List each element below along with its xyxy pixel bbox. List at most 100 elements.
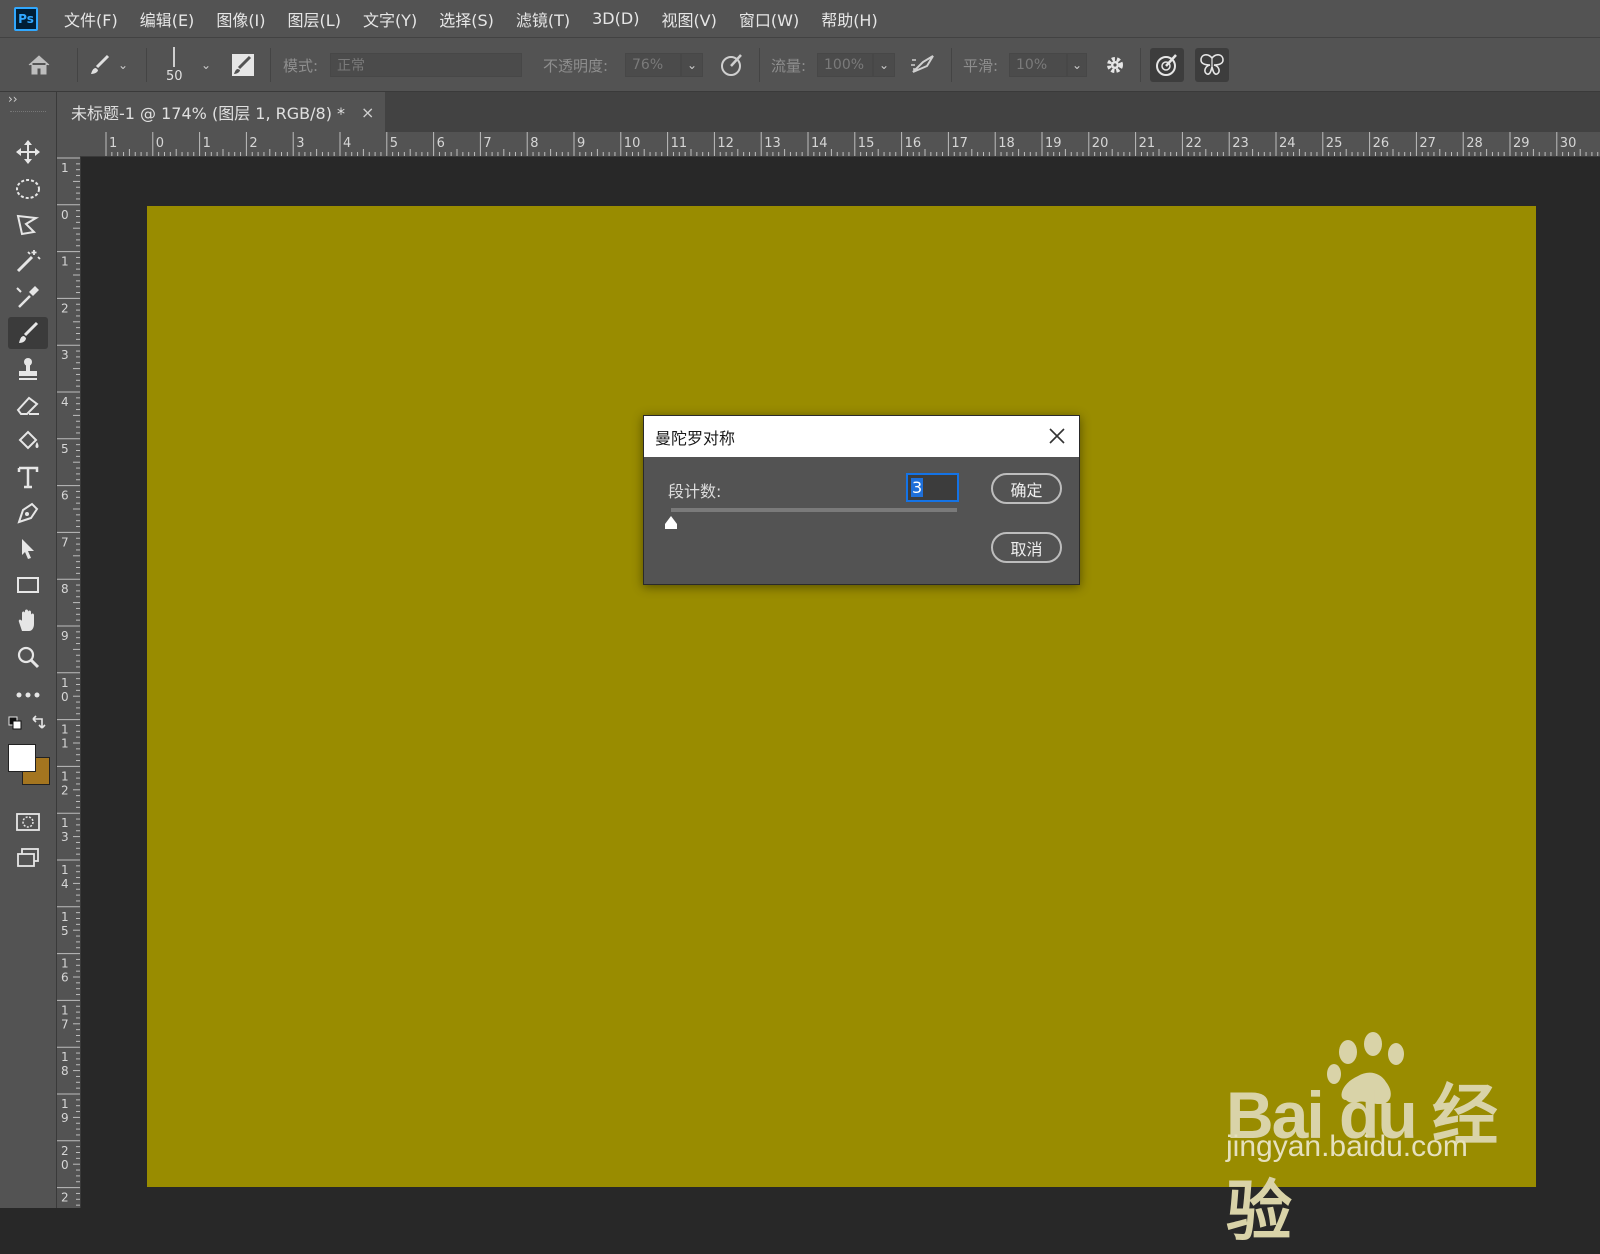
ruler-label: 7 [483, 136, 491, 151]
zoom-tool[interactable] [8, 641, 48, 673]
rectangle-icon [17, 577, 39, 593]
ruler-label: 1 [61, 255, 69, 269]
screen-mode-button[interactable] [8, 842, 48, 874]
home-button[interactable] [26, 38, 52, 92]
magic-wand-icon [16, 250, 41, 273]
menu-select[interactable]: 选择(S) [439, 7, 494, 31]
cancel-button[interactable]: 取消 [991, 532, 1062, 563]
menu-view[interactable]: 视图(V) [661, 7, 716, 31]
ruler-label: 12 [717, 136, 734, 151]
menu-type[interactable]: 文字(Y) [363, 7, 417, 31]
marquee-tool[interactable] [8, 173, 48, 205]
menu-image[interactable]: 图像(I) [216, 7, 265, 31]
chevron-down-icon: ⌄ [1071, 58, 1083, 72]
airbrush-icon [911, 55, 934, 73]
ruler-label: 29 [1513, 136, 1530, 151]
butterfly-icon [1200, 54, 1224, 75]
eraser-tool[interactable] [8, 389, 48, 421]
smoothing-input[interactable]: 10% [1009, 53, 1067, 77]
ruler-label: 1 [203, 136, 211, 151]
brush-preset-picker[interactable]: ⌄ [88, 38, 128, 92]
menu-bar: Ps 文件(F) 编辑(E) 图像(I) 图层(L) 文字(Y) 选择(S) 滤… [0, 0, 1600, 37]
mode-select[interactable]: 正常 [330, 53, 522, 77]
text-icon [17, 466, 39, 489]
smoothing-dropdown[interactable]: ⌄ [1067, 53, 1087, 77]
brush-icon [19, 321, 39, 343]
flow-value: 100% [824, 57, 865, 73]
clone-stamp-tool[interactable] [8, 353, 48, 385]
document-tab[interactable]: 未标题-1 @ 174% (图层 1, RGB/8) * × [57, 92, 385, 132]
ruler-label: 19 [1045, 136, 1062, 151]
brush-settings-toggle[interactable] [230, 38, 256, 92]
dialog-title: 曼陀罗对称 [655, 428, 736, 448]
swap-colors-button[interactable] [30, 713, 48, 735]
brush-size-dropdown[interactable]: ⌄ [201, 38, 211, 92]
segment-count-label: 段计数: [668, 482, 722, 501]
menu-layer[interactable]: 图层(L) [288, 7, 341, 31]
brush-size-value: 50 [166, 68, 183, 84]
ruler-label: 4 [61, 395, 69, 409]
horizontal-ruler[interactable]: 1 0 1 2 3 4 5 6 7 8 9 10 11 12 13 14 15 16 17 18 19 20 21 22 23 2… [80, 132, 1600, 157]
segment-count-slider[interactable] [671, 508, 957, 512]
mode-label: 模式: [283, 56, 319, 75]
move-tool[interactable] [8, 136, 48, 168]
opacity-value: 76% [632, 57, 664, 73]
type-tool[interactable] [8, 461, 48, 493]
opacity-label: 不透明度: [543, 56, 609, 75]
ruler-label: 1 [61, 1003, 69, 1017]
swap-arrows-icon [32, 715, 46, 729]
menu-3d[interactable]: 3D(D) [592, 9, 639, 28]
quick-mask-button[interactable] [8, 806, 48, 838]
opacity-dropdown[interactable]: ⌄ [681, 53, 703, 77]
ruler-origin[interactable] [57, 132, 80, 156]
brush-tool[interactable] [8, 317, 48, 349]
airbrush-toggle[interactable] [909, 38, 937, 92]
close-tab-icon[interactable]: × [361, 103, 374, 122]
ruler-label: 26 [1373, 136, 1390, 151]
segment-count-input[interactable]: 3 [906, 473, 959, 502]
eyedropper-tool[interactable] [8, 281, 48, 313]
menu-file[interactable]: 文件(F) [64, 7, 118, 31]
chevron-down-icon: ⌄ [201, 58, 212, 72]
slider-thumb[interactable] [663, 515, 679, 535]
ok-button[interactable]: 确定 [991, 473, 1062, 504]
ruler-label: 24 [1279, 136, 1296, 151]
ruler-label: 14 [811, 136, 828, 151]
symmetry-options-button[interactable] [1195, 48, 1229, 82]
hand-tool[interactable] [8, 605, 48, 637]
menu-edit[interactable]: 编辑(E) [140, 7, 195, 31]
pressure-size-toggle[interactable] [1150, 48, 1184, 82]
ruler-label: 10 [624, 136, 641, 151]
home-icon [28, 55, 50, 75]
ruler-label: 1 [61, 161, 69, 175]
smoothing-options-button[interactable] [1103, 38, 1127, 92]
pen-icon [17, 502, 39, 524]
menu-help[interactable]: 帮助(H) [821, 7, 878, 31]
ruler-label: 6 [61, 489, 69, 503]
edit-toolbar-button[interactable] [8, 679, 48, 711]
dialog-close-button[interactable] [1047, 426, 1067, 446]
vertical-ruler[interactable]: 1012345678910111213141516171819202 [57, 156, 81, 1208]
lasso-tool[interactable] [8, 209, 48, 241]
flow-input[interactable]: 100% [817, 53, 873, 77]
ruler-label: 23 [1232, 136, 1249, 151]
foreground-color-swatch[interactable] [8, 744, 36, 772]
move-icon [16, 140, 40, 164]
flow-dropdown[interactable]: ⌄ [873, 53, 895, 77]
pen-tool[interactable] [8, 497, 48, 529]
paint-bucket-tool[interactable] [8, 425, 48, 457]
ruler-label: 5 [61, 924, 69, 938]
magic-wand-tool[interactable] [8, 245, 48, 277]
menu-filter[interactable]: 滤镜(T) [516, 7, 570, 31]
ruler-label: 1 [61, 816, 69, 830]
path-selection-tool[interactable] [8, 533, 48, 565]
options-bar: ⌄ 50 ⌄ 模式: 正常 不透明度: 76% ⌄ 流量: 100% ⌄ 平滑:… [0, 37, 1600, 92]
menu-window[interactable]: 窗口(W) [739, 7, 799, 31]
collapse-panel-icon[interactable]: ›› [8, 92, 18, 106]
smoothing-value: 10% [1016, 57, 1048, 73]
opacity-input[interactable]: 76% [625, 53, 681, 77]
default-colors-button[interactable] [8, 715, 22, 734]
brush-size-picker[interactable]: 50 [166, 38, 183, 92]
pressure-opacity-toggle[interactable] [719, 38, 745, 92]
rectangle-tool[interactable] [8, 569, 48, 601]
